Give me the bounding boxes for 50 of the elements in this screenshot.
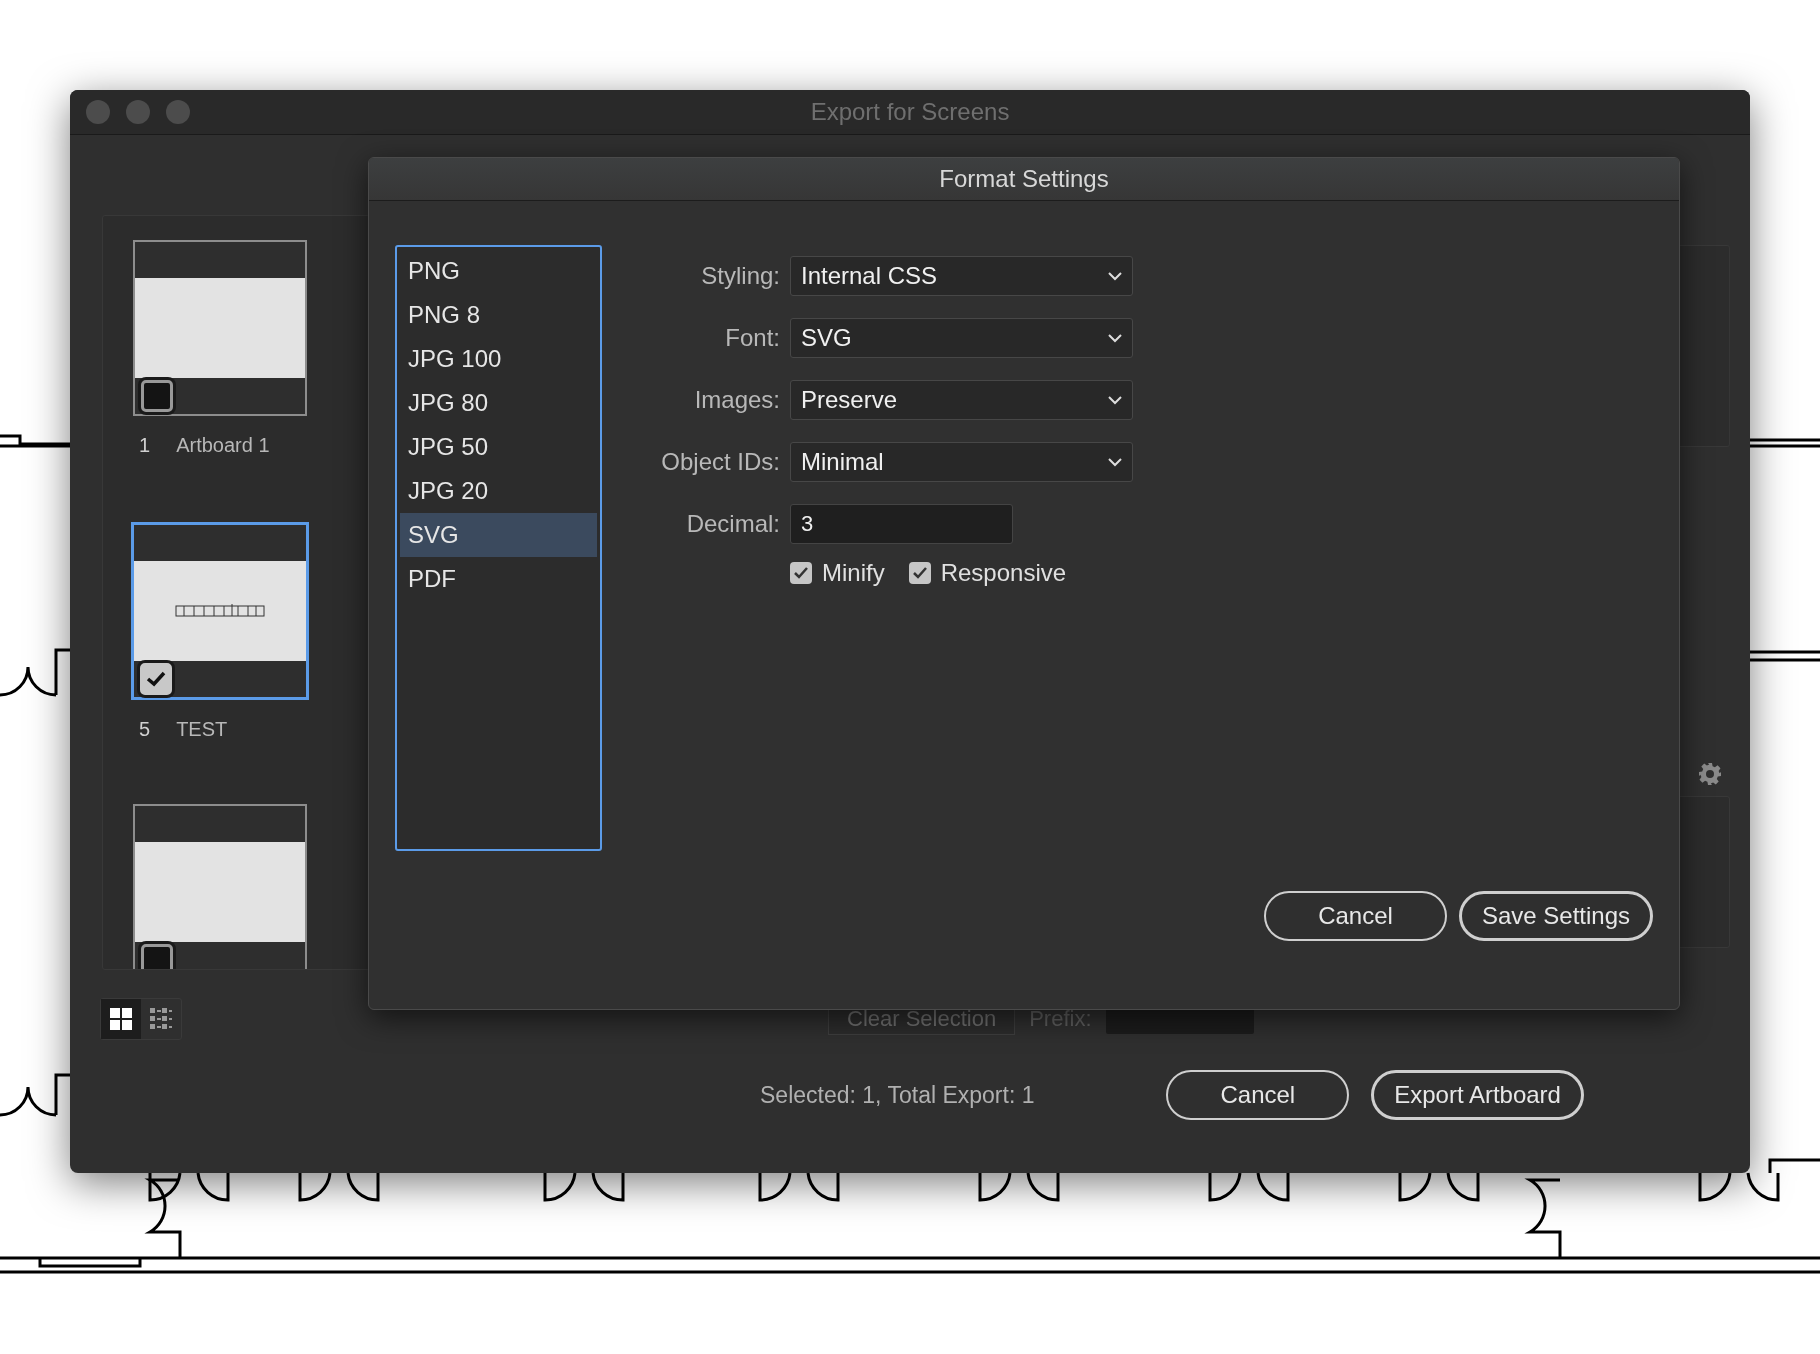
field-label: Images: (693, 386, 781, 414)
format-item[interactable]: PDF (400, 557, 597, 601)
dropdown[interactable]: Preserve (790, 380, 1133, 420)
artboard-name: Artboard 1 (176, 434, 270, 457)
window-title: Export for Screens (810, 98, 1010, 126)
export-status: Selected: 1, Total Export: 1 (760, 1081, 1035, 1109)
artboard-number: 5 (139, 718, 151, 741)
artboard-thumbnail[interactable] (133, 804, 307, 969)
artboard-checkbox[interactable] (141, 380, 173, 412)
format-item[interactable]: PNG 8 (400, 293, 597, 337)
checkbox[interactable] (790, 562, 812, 584)
chevron-icon (1108, 271, 1122, 281)
chevron-icon (1108, 333, 1122, 343)
checkbox-label: Responsive (940, 559, 1067, 587)
grid-icon (110, 1008, 132, 1030)
field-label: Decimal: (685, 510, 781, 538)
checkbox-label: Minify (822, 559, 885, 587)
dropdown[interactable]: SVG (790, 318, 1133, 358)
artboard-number: 1 (139, 434, 151, 457)
format-item[interactable]: PNG (400, 249, 597, 293)
format-item[interactable]: JPG 100 (400, 337, 597, 381)
cancel-button[interactable]: Cancel (1264, 891, 1447, 941)
field-label: Font: (724, 324, 781, 352)
artboard-thumbnail[interactable] (131, 522, 309, 700)
format-item[interactable]: SVG (400, 513, 597, 557)
check-icon (793, 566, 809, 580)
artboard-name: TEST (176, 718, 228, 741)
check-icon (911, 566, 928, 580)
checkbox[interactable] (908, 562, 931, 584)
chevron-icon (1108, 457, 1122, 467)
input-field[interactable]: 3 (790, 504, 1013, 544)
settings-icon[interactable] (1698, 762, 1722, 786)
cancel-button[interactable]: Cancel (1166, 1070, 1350, 1120)
dropdown[interactable]: Internal CSS (790, 256, 1133, 296)
export-button[interactable]: Export Artboard (1371, 1070, 1584, 1120)
grid-view-button[interactable] (101, 999, 141, 1039)
format-item[interactable]: JPG 20 (400, 469, 597, 513)
chevron-icon (1108, 395, 1122, 405)
list-icon (150, 1008, 172, 1030)
format-item[interactable]: JPG 50 (400, 425, 597, 469)
dialog-title: Format Settings (939, 165, 1109, 193)
format-item[interactable]: JPG 80 (400, 381, 597, 425)
field-label: Object IDs: (660, 448, 781, 476)
dropdown[interactable]: Minimal (790, 442, 1133, 482)
artboard-checkbox[interactable] (141, 944, 173, 969)
save-settings-button[interactable]: Save Settings (1458, 891, 1653, 941)
artboard-checkbox[interactable] (140, 663, 172, 695)
field-label: Styling: (700, 262, 781, 290)
check-icon (146, 671, 166, 687)
artboard-thumbnail[interactable] (133, 240, 307, 416)
